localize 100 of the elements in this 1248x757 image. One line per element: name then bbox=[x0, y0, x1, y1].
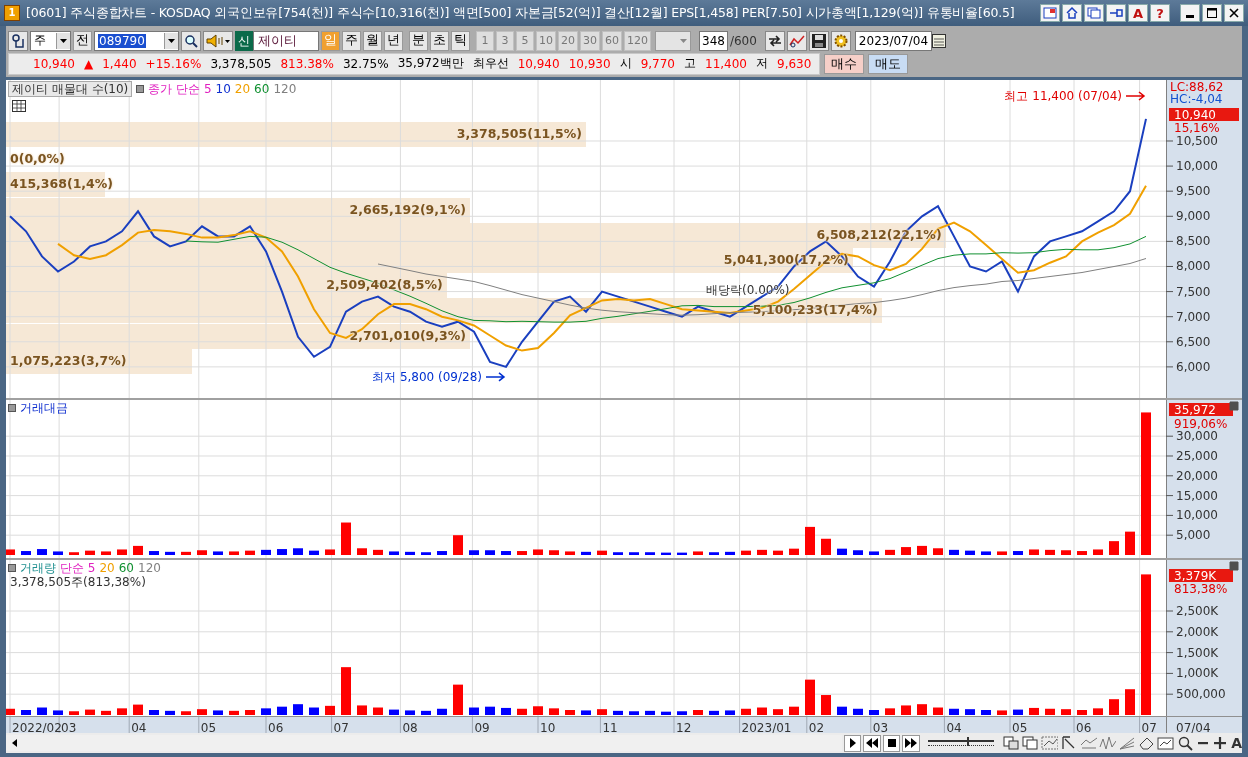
collapse-icon[interactable] bbox=[1229, 401, 1239, 411]
prev-button[interactable]: 전 bbox=[73, 30, 92, 51]
speaker-button[interactable] bbox=[203, 30, 233, 51]
axis-label: 05 bbox=[200, 721, 217, 735]
hc-label: HC:-4,04 bbox=[1170, 92, 1223, 106]
volume-bar bbox=[853, 708, 863, 715]
search-button[interactable] bbox=[181, 30, 201, 51]
maximize-button[interactable] bbox=[1202, 4, 1222, 22]
axis-label: 1,500K bbox=[1176, 645, 1219, 660]
caret-icon[interactable] bbox=[164, 32, 178, 49]
window-layout-button[interactable] bbox=[1040, 4, 1060, 22]
eraser-icon[interactable] bbox=[1137, 735, 1156, 751]
change-label: 919,06% bbox=[1174, 417, 1228, 431]
date-label: 07/04 bbox=[1176, 721, 1211, 735]
collapse-icon[interactable] bbox=[1229, 561, 1239, 571]
line-chart-button[interactable] bbox=[786, 30, 807, 51]
axis-label: 06 bbox=[1076, 721, 1092, 735]
window-title: [0601] 주식종합차트 - KOSDAQ 외국인보유[754(천)] 주식수[10,316(천)] 액면[500] 자본금[52(억)] 결산[12월] EPS[1,458] PER[7.50] 시가총액[1,129(억)] 유통비율[60.5] bbox=[26, 4, 1015, 22]
period-tab[interactable]: 틱 bbox=[451, 30, 470, 51]
quote-value: 최우선 bbox=[472, 55, 509, 72]
volume-bar bbox=[565, 710, 575, 715]
amount-bar bbox=[309, 550, 319, 555]
grid-icon[interactable] bbox=[12, 100, 26, 112]
fast-forward-button[interactable] bbox=[902, 734, 920, 752]
quote-value: 시 bbox=[619, 55, 632, 72]
axis-label: 04 bbox=[131, 721, 147, 735]
quote-value: 9,630 bbox=[777, 56, 812, 71]
amount-bar bbox=[117, 549, 127, 555]
axis-label: 10,000 bbox=[1176, 508, 1218, 523]
high-price-label: 최고 11,400 (07/04) bbox=[1004, 89, 1122, 103]
period-tab[interactable]: 주 bbox=[342, 30, 361, 51]
axis-label: 05 bbox=[1012, 721, 1028, 735]
axis-label: 2,500K bbox=[1176, 604, 1219, 618]
amount-bar bbox=[1125, 531, 1135, 555]
volume-bar bbox=[37, 707, 47, 715]
indicator-title[interactable]: 거래대금 bbox=[20, 401, 68, 415]
unit-dropdown[interactable]: 주 bbox=[30, 30, 71, 51]
window-copy-button[interactable] bbox=[1084, 4, 1104, 22]
font-button[interactable]: A bbox=[1231, 735, 1243, 751]
bullet-icon bbox=[8, 564, 16, 572]
minimize-button[interactable] bbox=[1180, 4, 1200, 22]
amount-bar bbox=[325, 549, 335, 555]
save-button[interactable] bbox=[808, 30, 829, 51]
quote-value: 10,940 bbox=[33, 56, 75, 71]
amount-bar bbox=[469, 550, 479, 555]
legend-item: 20 bbox=[234, 82, 251, 96]
wave-icon[interactable] bbox=[1098, 735, 1117, 751]
count-field[interactable]: 348 bbox=[699, 30, 728, 51]
play-button[interactable] bbox=[843, 734, 862, 752]
tool-button[interactable]: A bbox=[1128, 4, 1148, 22]
indicator-title[interactable]: 제이티 매물대 수(10) bbox=[8, 81, 133, 97]
zoom-in-icon[interactable] bbox=[1211, 735, 1228, 751]
home-button[interactable] bbox=[1062, 4, 1082, 22]
calendar-icon[interactable] bbox=[932, 33, 947, 48]
amount-bar bbox=[997, 551, 1007, 555]
trade-button[interactable]: 매도 bbox=[868, 53, 909, 74]
volume-bar bbox=[6, 708, 15, 715]
zoom-slider[interactable] bbox=[927, 740, 994, 746]
maximize-icon bbox=[1206, 7, 1218, 19]
change-label: 813,38% bbox=[1174, 582, 1228, 596]
magnifier-icon[interactable] bbox=[1176, 735, 1195, 751]
chart-window-icon[interactable] bbox=[1157, 735, 1175, 751]
band-label: 5,100,233(17,4%) bbox=[752, 302, 878, 319]
trade-button[interactable]: 매수 bbox=[824, 53, 865, 74]
app-icon: 1 bbox=[4, 5, 20, 21]
volume-bar bbox=[469, 707, 479, 715]
date-field[interactable]: 2023/07/04 bbox=[854, 30, 933, 51]
tool-button[interactable]: ? bbox=[1150, 4, 1170, 22]
amount-bar bbox=[165, 551, 175, 555]
rewind-button[interactable] bbox=[863, 734, 881, 752]
settings-button[interactable] bbox=[830, 30, 851, 51]
volume-bar bbox=[997, 710, 1007, 715]
amount-bar bbox=[341, 522, 351, 555]
chart-settings-button[interactable] bbox=[8, 30, 28, 51]
period-tab[interactable]: 년 bbox=[384, 30, 403, 51]
volume-bar bbox=[805, 679, 815, 715]
stop-button[interactable] bbox=[882, 734, 901, 752]
amount-bar bbox=[453, 535, 463, 555]
swap-button[interactable] bbox=[764, 30, 785, 51]
close-button[interactable] bbox=[1224, 4, 1244, 22]
slider-thumb[interactable] bbox=[967, 737, 970, 746]
volume-bar bbox=[645, 710, 655, 715]
window-cascade-icon[interactable] bbox=[1021, 735, 1039, 751]
axis-label: 11 bbox=[602, 721, 618, 735]
caret-icon[interactable] bbox=[56, 32, 70, 49]
chart-compare-icon[interactable] bbox=[1040, 735, 1059, 751]
indicator-title[interactable]: 거래량 bbox=[20, 561, 56, 575]
period-tab[interactable]: 분 bbox=[409, 30, 428, 51]
minimize-icon bbox=[1186, 14, 1194, 18]
code-field[interactable]: 089790 bbox=[94, 30, 179, 51]
period-tab[interactable]: 월 bbox=[363, 30, 382, 51]
stock-name-field[interactable]: 제이티 bbox=[253, 30, 319, 51]
window-tile-icon[interactable] bbox=[1001, 735, 1020, 751]
axis-label: 2023/01 bbox=[741, 721, 792, 735]
pin-button[interactable] bbox=[1106, 4, 1126, 22]
amount-bar bbox=[677, 552, 687, 555]
quote-value: 10,930 bbox=[568, 56, 611, 71]
period-tab[interactable]: 초 bbox=[430, 30, 449, 51]
volume-summary: 3,378,505주(813,38%) bbox=[9, 575, 146, 589]
search-icon bbox=[184, 33, 198, 48]
